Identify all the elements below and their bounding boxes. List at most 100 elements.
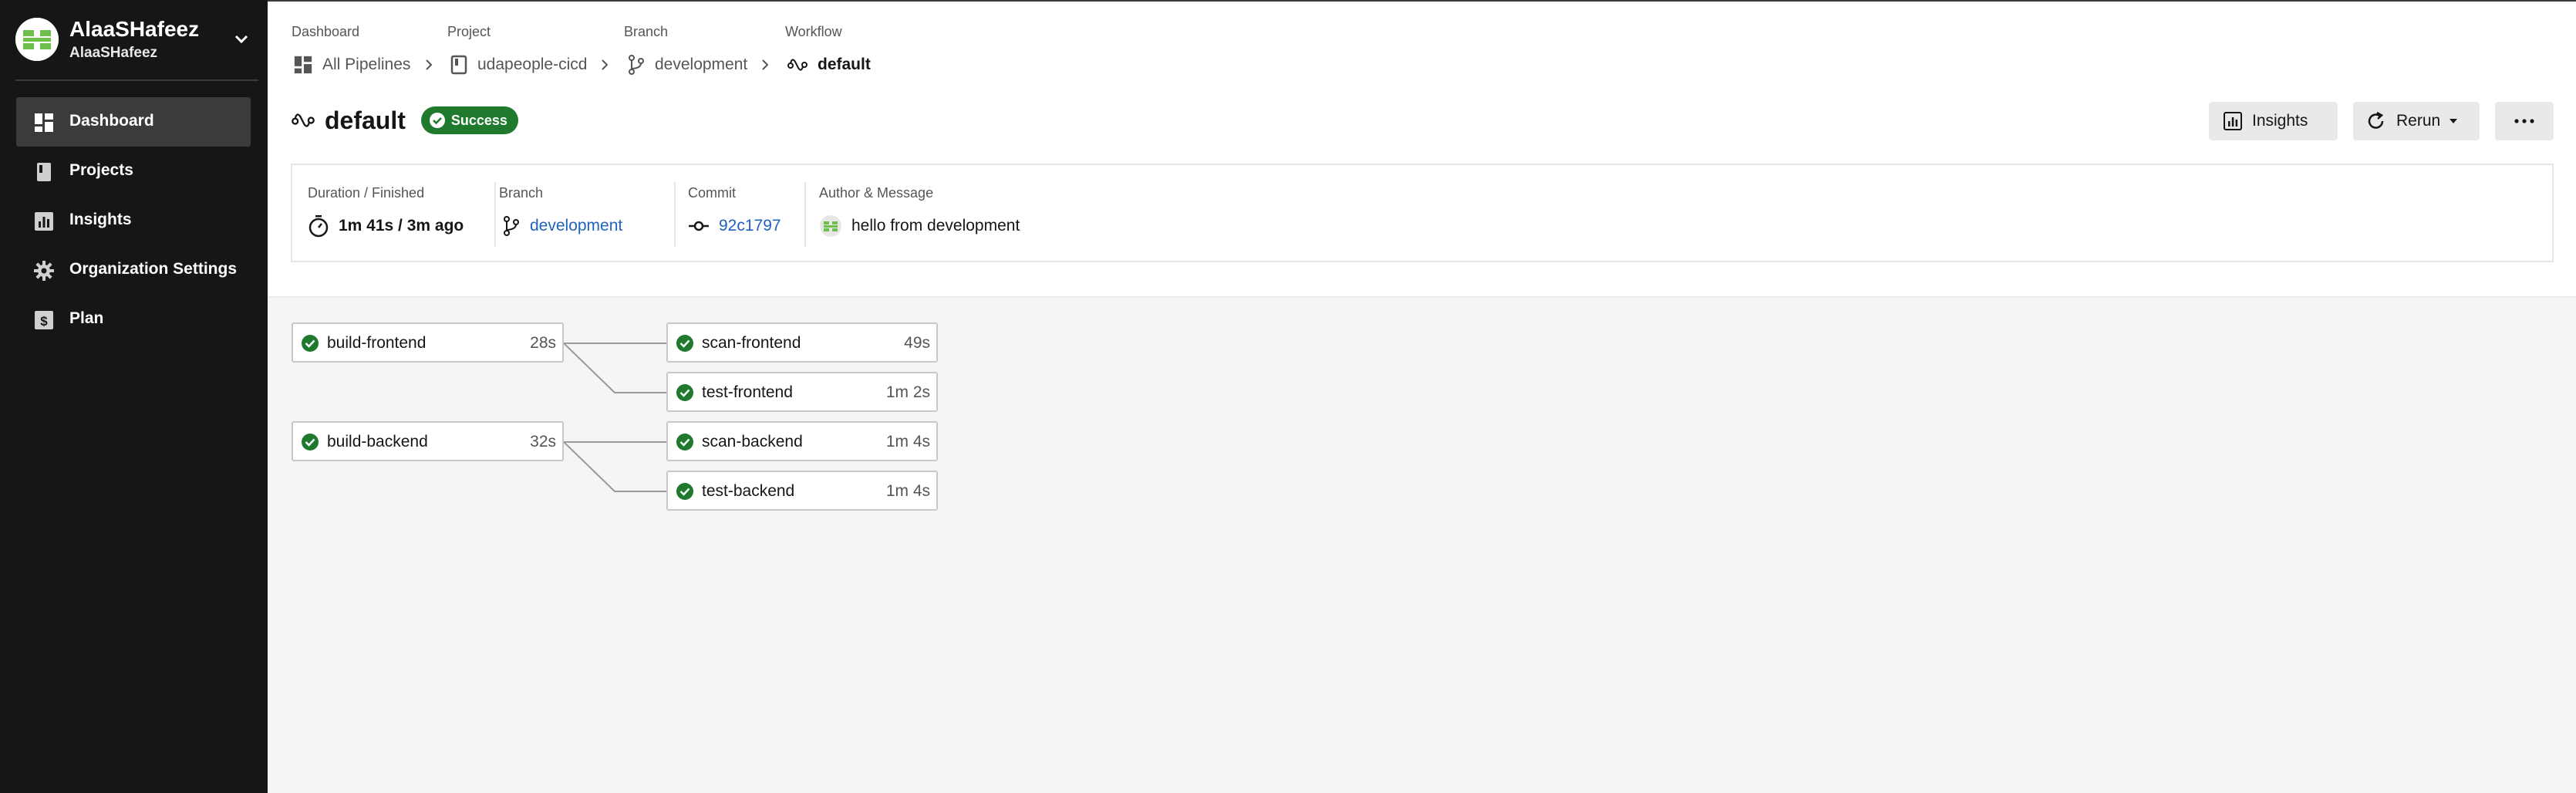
sidebar-item-organization-settings[interactable]: Organization Settings xyxy=(16,245,251,295)
job-name: scan-frontend xyxy=(702,334,801,352)
job-duration: 1m 4s xyxy=(885,433,930,450)
workflow-info-card: Duration / Finished 1m 41s / 3m ago Bran… xyxy=(291,164,2554,262)
job-name: test-backend xyxy=(702,482,795,500)
job-test-frontend[interactable]: test-frontend 1m 2s xyxy=(666,372,938,412)
book-icon xyxy=(450,55,467,75)
info-value: development xyxy=(502,214,622,238)
status-badge: Success xyxy=(420,106,518,134)
sidebar-item-plan[interactable]: $ Plan xyxy=(16,295,251,344)
breadcrumb-label-workflow: Workflow xyxy=(785,24,842,39)
sidebar-item-dashboard[interactable]: Dashboard xyxy=(16,97,251,147)
sidebar-item-insights[interactable]: Insights xyxy=(16,196,251,245)
check-circle-icon xyxy=(302,434,319,450)
dashboard-icon xyxy=(294,56,312,74)
rerun-button[interactable]: Rerun xyxy=(2353,102,2480,140)
job-duration: 1m 4s xyxy=(885,482,930,500)
status-badge-label: Success xyxy=(450,112,507,128)
info-label: Branch xyxy=(499,185,544,201)
top-border xyxy=(268,0,2576,2)
workflow-icon xyxy=(292,113,315,127)
sidebar-item-label: Projects xyxy=(69,161,133,179)
breadcrumb-value: udapeople-cicd xyxy=(477,56,588,73)
commit-message: hello from development xyxy=(851,217,1020,235)
workflow-icon xyxy=(787,59,808,71)
author-avatar xyxy=(820,215,841,237)
job-name: test-frontend xyxy=(702,383,793,401)
stopwatch-icon xyxy=(309,215,329,238)
info-commit: Commit 92c1797 xyxy=(688,165,804,261)
org-name: AlaaSHafeez xyxy=(69,17,200,41)
info-label: Commit xyxy=(688,185,736,201)
svg-text:$: $ xyxy=(40,314,48,329)
info-divider xyxy=(674,182,676,247)
check-circle-icon xyxy=(676,384,693,401)
info-label: Author & Message xyxy=(819,185,934,201)
info-label: Duration / Finished xyxy=(308,185,425,201)
main-content: Dashboard Project Branch Workflow All Pi… xyxy=(268,0,2576,793)
breadcrumb-value: All Pipelines xyxy=(322,56,411,73)
sidebar: AlaaSHafeez AlaaSHafeez Dashboard Projec… xyxy=(0,0,268,793)
commit-icon xyxy=(689,221,709,231)
check-circle-icon xyxy=(429,113,445,128)
info-value: 92c1797 xyxy=(688,214,781,238)
workflow-graph: build-frontend 28s scan-frontend 49s tes… xyxy=(268,296,2576,793)
page-title: default xyxy=(325,106,406,134)
check-circle-icon xyxy=(676,335,693,352)
workflow-header: default Success xyxy=(291,104,518,137)
job-duration: 49s xyxy=(904,334,930,352)
info-author: Author & Message hello from development xyxy=(819,165,1128,261)
job-build-frontend[interactable]: build-frontend 28s xyxy=(292,322,564,363)
info-value: hello from development xyxy=(819,214,1020,238)
breadcrumb-label-dashboard: Dashboard xyxy=(292,24,360,39)
breadcrumb-item-project[interactable]: udapeople-cicd xyxy=(450,53,587,76)
info-divider xyxy=(494,182,496,247)
breadcrumb-item-all-pipelines[interactable]: All Pipelines xyxy=(293,53,410,76)
insights-button[interactable]: Insights xyxy=(2209,102,2338,140)
breadcrumb-value: development xyxy=(655,56,748,73)
job-name: scan-backend xyxy=(702,433,803,450)
job-scan-backend[interactable]: scan-backend 1m 4s xyxy=(666,421,938,461)
insights-icon xyxy=(2224,112,2242,130)
sidebar-item-label: Insights xyxy=(69,211,132,228)
job-duration: 28s xyxy=(530,334,556,352)
job-duration: 1m 2s xyxy=(885,383,930,401)
job-name: build-frontend xyxy=(327,334,427,352)
breadcrumb-value: default xyxy=(818,56,871,73)
chevron-right-icon xyxy=(602,59,609,70)
book-icon xyxy=(37,163,51,181)
breadcrumb-item-branch[interactable]: development xyxy=(627,53,747,76)
sidebar-item-projects[interactable]: Projects xyxy=(16,147,251,196)
gear-icon xyxy=(34,261,54,281)
sidebar-item-label: Organization Settings xyxy=(69,260,238,278)
info-duration: Duration / Finished 1m 41s / 3m ago xyxy=(308,165,485,261)
org-username: AlaaSHafeez xyxy=(69,45,158,61)
org-switcher[interactable]: AlaaSHafeez AlaaSHafeez xyxy=(0,0,268,80)
dashboard-icon xyxy=(35,113,53,132)
more-icon xyxy=(2514,119,2534,123)
info-divider xyxy=(804,182,806,247)
refresh-icon xyxy=(2368,111,2384,129)
branch-icon xyxy=(504,216,519,236)
info-value: 1m 41s / 3m ago xyxy=(308,214,464,238)
insights-icon xyxy=(35,212,53,231)
chevron-right-icon xyxy=(426,59,433,70)
job-build-backend[interactable]: build-backend 32s xyxy=(292,421,564,461)
breadcrumb-item-workflow: default xyxy=(787,53,871,76)
sidebar-item-label: Dashboard xyxy=(69,112,154,130)
insights-button-label: Insights xyxy=(2252,112,2308,130)
org-avatar xyxy=(15,18,59,61)
job-test-backend[interactable]: test-backend 1m 4s xyxy=(666,471,938,511)
job-scan-frontend[interactable]: scan-frontend 49s xyxy=(666,322,938,363)
check-circle-icon xyxy=(676,483,693,500)
sidebar-item-label: Plan xyxy=(69,309,104,327)
branch-link[interactable]: development xyxy=(530,217,622,235)
more-button[interactable] xyxy=(2495,102,2554,140)
rerun-button-label: Rerun xyxy=(2396,112,2441,130)
chevron-right-icon xyxy=(762,59,769,70)
sidebar-divider xyxy=(15,79,258,81)
chevron-down-icon[interactable] xyxy=(230,28,253,51)
check-circle-icon xyxy=(302,335,319,352)
check-circle-icon xyxy=(676,434,693,450)
commit-link[interactable]: 92c1797 xyxy=(719,217,781,235)
job-name: build-backend xyxy=(327,433,428,450)
